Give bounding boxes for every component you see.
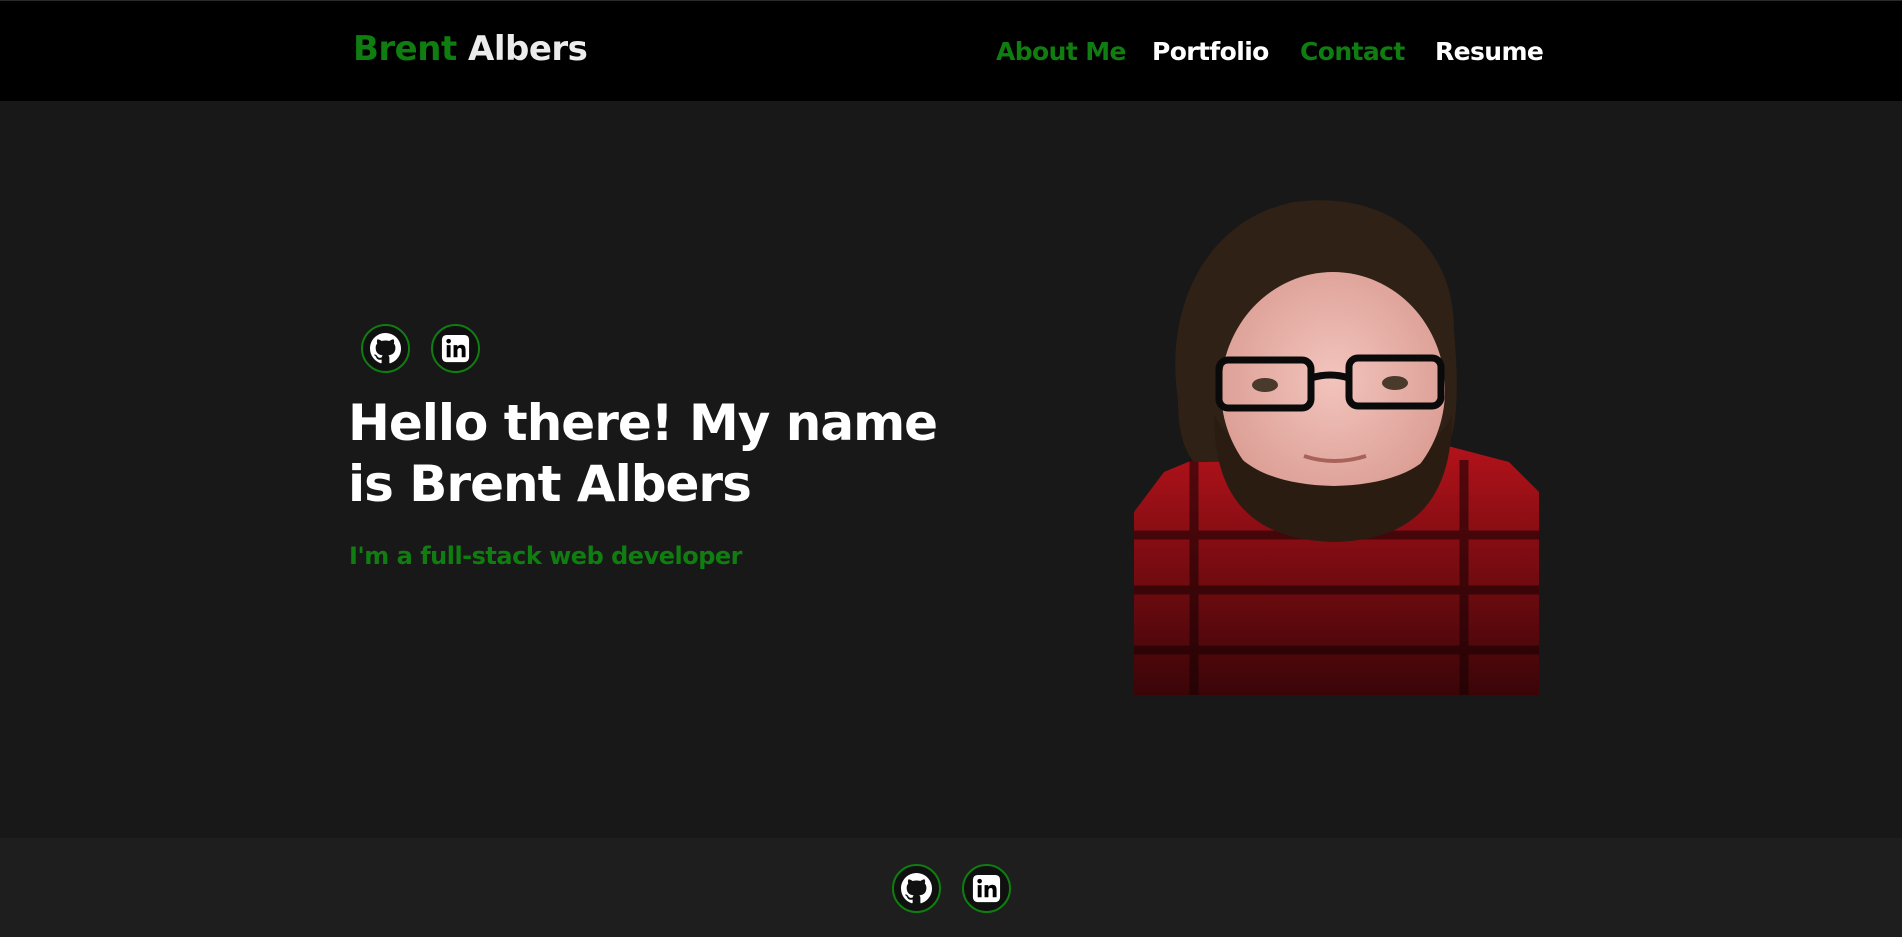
nav-links: About Me Portfolio Contact Resume <box>996 35 1544 69</box>
github-link[interactable] <box>892 864 941 913</box>
footer-social-links <box>892 864 1011 913</box>
footer <box>0 838 1902 937</box>
brand-last-name: Albers <box>468 29 588 69</box>
github-icon <box>370 333 401 364</box>
linkedin-link[interactable] <box>962 864 1011 913</box>
navbar: Brent Albers About Me Portfolio Contact … <box>0 0 1902 101</box>
brand-first-name: Brent <box>353 29 457 69</box>
linkedin-icon <box>440 333 471 364</box>
hero-subtitle: I'm a full-stack web developer <box>349 542 743 570</box>
brand-logo[interactable]: Brent Albers <box>353 27 588 71</box>
hero-title: Hello there! My name is Brent Albers <box>348 394 938 513</box>
nav-link-resume[interactable]: Resume <box>1435 35 1544 69</box>
nav-link-about-me[interactable]: About Me <box>996 35 1152 69</box>
github-link[interactable] <box>361 324 410 373</box>
nav-link-contact[interactable]: Contact <box>1300 35 1435 69</box>
hero-social-links <box>361 324 480 373</box>
linkedin-icon <box>971 873 1002 904</box>
nav-link-portfolio[interactable]: Portfolio <box>1152 35 1300 69</box>
profile-photo <box>1134 200 1539 695</box>
linkedin-link[interactable] <box>431 324 480 373</box>
github-icon <box>901 873 932 904</box>
